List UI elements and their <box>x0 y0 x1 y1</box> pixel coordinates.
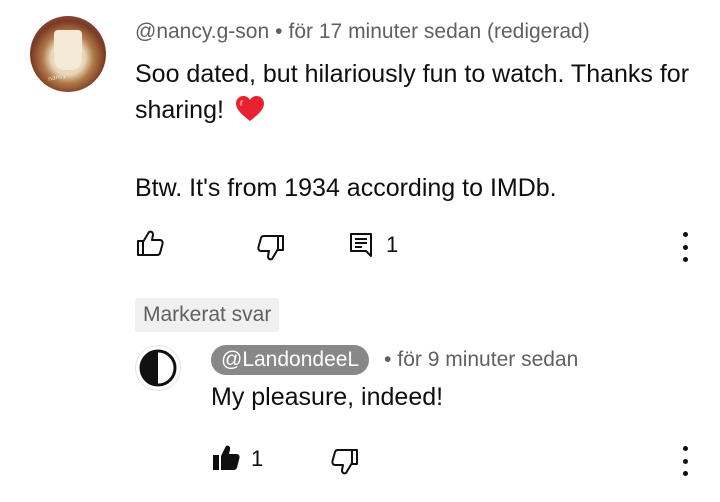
avatar-watermark: nancy <box>47 72 67 83</box>
like-icon[interactable] <box>135 228 165 258</box>
highlighted-reply-badge: Markerat svar <box>135 298 280 332</box>
comment-meta: @nancy.g-son • för 17 minuter sedan (redig… <box>135 20 590 44</box>
comment-line: Btw. It's from 1934 according to IMDb. <box>135 174 557 202</box>
comment-author[interactable]: @nancy.g-son <box>135 20 269 43</box>
more-icon[interactable] <box>681 446 689 476</box>
meta-separator: • <box>275 20 283 43</box>
reply-time[interactable]: för 9 minuter sedan <box>397 348 578 371</box>
more-icon[interactable] <box>681 232 689 262</box>
reply-meta: • för 9 minuter sedan <box>384 348 578 372</box>
meta-separator: • <box>384 348 392 371</box>
comment-text: Soo dated, but hilariously fun to watch.… <box>135 60 690 124</box>
like-count[interactable]: 1 <box>251 446 263 472</box>
avatar-face <box>54 30 82 70</box>
liked-icon[interactable] <box>211 443 241 473</box>
dislike-icon[interactable] <box>256 233 286 263</box>
dislike-icon[interactable] <box>330 447 360 477</box>
comment-body: Soo dated, but hilariously fun to watch.… <box>135 56 695 206</box>
comment-time[interactable]: för 17 minuter sedan (redigerad) <box>289 20 590 43</box>
heart-icon <box>235 96 264 121</box>
avatar[interactable]: nancy <box>30 16 106 92</box>
reply-avatar[interactable] <box>136 346 180 390</box>
reply-text: My pleasure, indeed! <box>211 383 444 411</box>
reply-author-chip[interactable]: @LandondeeL <box>211 345 370 375</box>
comment-line: Soo dated, but hilariously fun to watch.… <box>135 56 695 128</box>
reply-count[interactable]: 1 <box>386 232 398 258</box>
reply-icon[interactable] <box>347 230 377 260</box>
